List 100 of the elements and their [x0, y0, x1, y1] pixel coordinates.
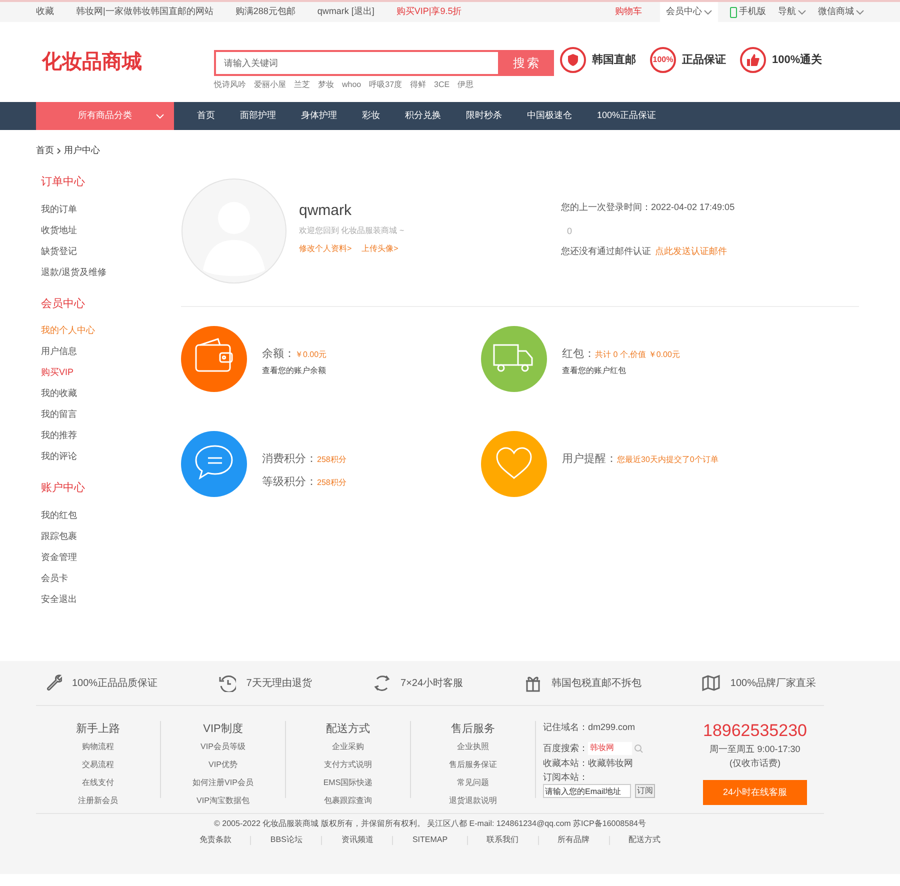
sidebar-link[interactable]: 安全退出	[41, 588, 181, 610]
help-link[interactable]: 在线支付	[82, 774, 114, 792]
sidebar-link[interactable]: 我的订单	[41, 198, 181, 220]
help-link[interactable]: 企业执照	[457, 738, 489, 756]
help-link[interactable]: 退货退款说明	[449, 792, 497, 810]
baidu-search-field[interactable]: 韩妆网	[588, 742, 632, 755]
sidebar-link[interactable]: 退款/退货及维修	[41, 262, 181, 282]
guarantee-text: 韩国包税直邮不拆包	[552, 676, 642, 690]
sidebar-heading: 账户中心	[41, 480, 86, 496]
nav-link[interactable]: 彩妆	[362, 109, 380, 123]
last-login-text: 您的上一次登录时间：2022-04-02 17:49:05	[561, 201, 735, 214]
baidu-search-label: 百度搜索：	[543, 742, 588, 754]
sidebar-link[interactable]: 我的留言	[41, 404, 181, 425]
search-icon[interactable]	[634, 744, 643, 753]
badge-label: 100%通关	[772, 52, 822, 68]
top-menu-link[interactable]: 会员中心	[660, 2, 718, 22]
footer-link[interactable]: 所有品牌	[558, 834, 590, 846]
sidebar-link[interactable]: 缺货登记	[41, 240, 181, 262]
help-link[interactable]: 售后服务保证	[449, 756, 497, 774]
percent-icon: 100%	[650, 47, 676, 73]
help-link[interactable]: 支付方式说明	[324, 756, 372, 774]
nav-link[interactable]: 中国极速仓	[527, 109, 572, 123]
sidebar-link[interactable]: 我的收藏	[41, 383, 181, 404]
stat-value: 共计 0 个,价值 ￥0.00元	[595, 349, 680, 361]
sidebar-link[interactable]: 跟踪包裹	[41, 526, 181, 546]
sidebar-link[interactable]: 我的评论	[41, 446, 181, 467]
nav-link[interactable]: 身体护理	[301, 109, 337, 123]
stat-label: 红包：	[562, 347, 595, 362]
footer-link[interactable]: 联系我们	[486, 834, 519, 846]
top-menu-link[interactable]: 微信商城	[818, 5, 864, 19]
help-link[interactable]: 常见问题	[457, 774, 489, 792]
help-link[interactable]: 如何注册VIP会员	[192, 774, 254, 792]
email-notice: 您还没有通过邮件认证	[561, 245, 651, 258]
sidebar-link[interactable]: 用户信息	[41, 341, 181, 362]
nav-link[interactable]: 首页	[197, 109, 215, 123]
help-link[interactable]: 注册新会员	[78, 792, 118, 810]
sidebar-heading: 订单中心	[41, 174, 86, 190]
nav-link[interactable]: 面部护理	[240, 109, 276, 123]
sidebar-link[interactable]: 购买VIP	[41, 362, 181, 383]
refresh-icon	[372, 674, 391, 692]
username: qwmark	[299, 201, 353, 221]
sidebar-link[interactable]: 我的红包	[41, 504, 181, 526]
help-link[interactable]: EMS国际快递	[323, 774, 373, 792]
email-field[interactable]: 请输入您的Email地址	[543, 784, 631, 798]
search-field[interactable]: 请输入关键词	[214, 50, 500, 76]
stat-label: 消费积分：	[262, 452, 317, 467]
footer-link[interactable]: SITEMAP	[412, 834, 448, 846]
help-link[interactable]: 企业采购	[332, 738, 364, 756]
hot-search-link[interactable]: 呼吸37度	[369, 78, 402, 90]
help-link[interactable]: VIP优势	[208, 756, 238, 774]
help-link[interactable]: 包裹跟踪查询	[324, 792, 372, 810]
cart-link[interactable]: 购物车	[615, 5, 642, 19]
nav-link[interactable]: 100%正品保证	[597, 109, 656, 123]
welcome-text: 欢迎您回到 化妆品服装商城 ~	[299, 224, 406, 236]
hot-search-link[interactable]: 兰芝	[294, 78, 310, 90]
hot-search-link[interactable]: 悦诗风吟	[214, 78, 246, 90]
hot-search-link[interactable]: 爱丽小屋	[254, 78, 286, 90]
footer-link[interactable]: 资讯频道	[341, 834, 374, 846]
hot-search-link[interactable]: 伊思	[458, 78, 474, 90]
top-bar-link[interactable]: qwmark [退出]	[317, 5, 374, 19]
sidebar-link[interactable]: 收货地址	[41, 220, 181, 240]
nav-link[interactable]: 积分兑换	[405, 109, 441, 123]
help-link[interactable]: 购物流程	[82, 738, 114, 756]
top-menu-link[interactable]: 手机版	[730, 5, 766, 19]
phone-icon	[730, 6, 737, 18]
wrench-icon	[44, 674, 62, 692]
service-hours: 周一至周五 9:00-17:30	[710, 743, 800, 756]
site-logo[interactable]: 化妆品商城	[42, 47, 214, 77]
help-column-title: 售后服务	[451, 722, 495, 737]
top-bar-link[interactable]: 韩妆网|一家做韩妆韩国直邮的网站	[76, 5, 214, 19]
top-bar-link[interactable]: 购满288元包邮	[235, 5, 296, 19]
fee-note: (仅收市话费)	[730, 756, 780, 770]
stat-value: 258积分	[317, 476, 346, 488]
gift-icon	[524, 674, 542, 692]
shield-icon	[560, 47, 586, 73]
footer-link[interactable]: BBS论坛	[270, 834, 302, 846]
guarantee-text: 7×24小时客服	[400, 676, 464, 690]
help-link[interactable]: VIP会员等级	[200, 738, 246, 756]
chevron-down-icon	[156, 114, 164, 119]
help-link[interactable]: 交易流程	[82, 756, 114, 774]
hot-search-link[interactable]: 梦妆	[318, 78, 334, 90]
hot-search-link[interactable]: 3CE	[434, 78, 450, 90]
chevron-down-icon	[704, 10, 712, 14]
vip-promo-link[interactable]: 购买VIP|享9.5折	[396, 5, 462, 19]
hot-search-link[interactable]: 得鲜	[410, 78, 426, 90]
footer-link[interactable]: 配送方式	[628, 834, 661, 846]
breadcrumb-link[interactable]: 用户中心	[64, 144, 100, 158]
top-bar-link[interactable]: 收藏	[36, 5, 54, 19]
breadcrumb-link[interactable]: 首页	[36, 144, 54, 158]
subscribe-label: 订阅本站：	[543, 770, 589, 784]
top-menu-link[interactable]: 导航	[778, 5, 806, 19]
nav-link[interactable]: 限时秒杀	[466, 109, 502, 123]
subscribe-button[interactable]: 订阅	[635, 784, 655, 798]
sidebar-link[interactable]: 会员卡	[41, 568, 181, 588]
sidebar-link[interactable]: 我的推荐	[41, 425, 181, 446]
help-link[interactable]: VIP淘宝数据包	[196, 792, 250, 810]
footer-link[interactable]: 免责条款	[199, 834, 232, 846]
bookmark-text: 收藏本站：收藏韩妆网	[543, 757, 634, 770]
hot-search-link[interactable]: whoo	[342, 78, 362, 90]
sidebar-link[interactable]: 资金管理	[41, 546, 181, 568]
